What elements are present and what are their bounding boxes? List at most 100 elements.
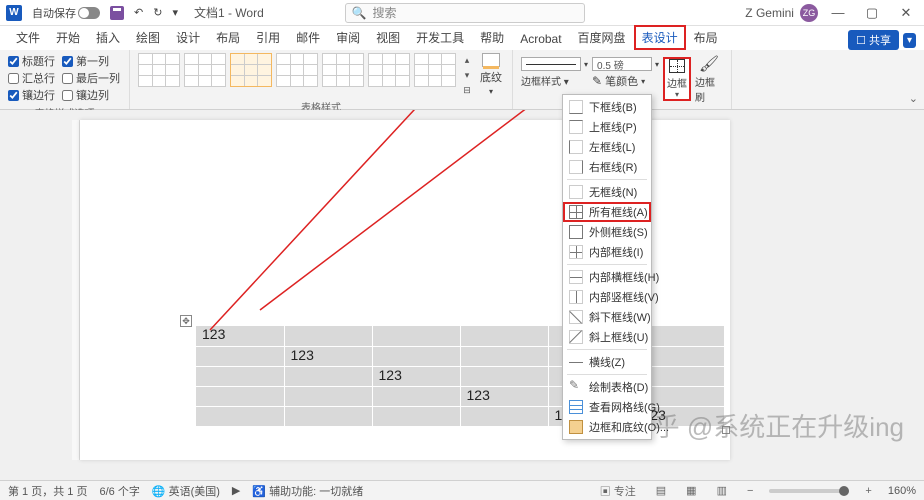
maximize-button[interactable]: ▢: [860, 3, 884, 23]
border-weight-dropdown[interactable]: 0.5 磅▾: [592, 57, 659, 71]
tab-references[interactable]: 引用: [248, 25, 288, 50]
annotation-arrow: [0, 110, 924, 480]
status-accessibility[interactable]: ♿ 辅助功能: 一切就绪: [252, 483, 363, 499]
zoom-slider[interactable]: [769, 489, 849, 493]
document-title: 文档1 - Word: [194, 4, 264, 21]
tab-file[interactable]: 文件: [8, 25, 48, 50]
tab-table-design[interactable]: 表设计: [634, 25, 686, 50]
hline-icon: [569, 355, 583, 369]
view-print[interactable]: ▤: [652, 484, 670, 497]
style-thumb[interactable]: [322, 53, 364, 87]
tab-acrobat[interactable]: Acrobat: [512, 28, 569, 50]
tab-view[interactable]: 视图: [368, 25, 408, 50]
focus-mode[interactable]: ▣ 专注: [596, 483, 640, 499]
borders-dropdown-button[interactable]: 边框 ▾: [663, 57, 691, 101]
border-none-icon: [569, 185, 583, 199]
share-caret[interactable]: ▾: [903, 33, 916, 48]
pen-color-dropdown[interactable]: ✎ 笔颜色 ▾: [592, 73, 659, 89]
style-thumb[interactable]: [414, 53, 456, 87]
chk-banded-cols[interactable]: 镶边列: [62, 87, 121, 103]
border-bottom-icon: [569, 100, 583, 114]
chk-total-row[interactable]: 汇总行: [8, 70, 56, 86]
view-read[interactable]: ▦: [682, 484, 700, 497]
tab-design[interactable]: 设计: [168, 25, 208, 50]
border-outside-icon: [569, 225, 583, 239]
status-macro[interactable]: ▶: [232, 484, 240, 497]
bm-borders-shading[interactable]: 边框和底纹(O)...: [563, 417, 651, 437]
bm-all[interactable]: 所有框线(A): [563, 202, 651, 222]
redo-button[interactable]: ↻: [149, 4, 166, 21]
tab-devtools[interactable]: 开发工具: [408, 25, 472, 50]
chk-first-col[interactable]: 第一列: [62, 53, 121, 69]
tab-insert[interactable]: 插入: [88, 25, 128, 50]
draw-table-icon: [569, 380, 583, 394]
status-words[interactable]: 6/6 个字: [99, 483, 139, 499]
status-page[interactable]: 第 1 页，共 1 页: [8, 483, 87, 499]
bm-inside-v[interactable]: 内部竖框线(V): [563, 287, 651, 307]
save-button[interactable]: [106, 4, 128, 22]
borders-icon: [669, 59, 685, 73]
bm-left[interactable]: 左框线(L): [563, 137, 651, 157]
bm-view-grid[interactable]: 查看网格线(G): [563, 397, 651, 417]
tab-layout[interactable]: 布局: [208, 25, 248, 50]
zoom-out[interactable]: −: [743, 485, 757, 497]
border-inside-h-icon: [569, 270, 583, 284]
tab-home[interactable]: 开始: [48, 25, 88, 50]
autosave-toggle[interactable]: 自动保存: [28, 3, 104, 23]
search-box[interactable]: 🔍 搜索: [345, 3, 585, 23]
border-all-icon: [569, 205, 583, 219]
tab-draw[interactable]: 绘图: [128, 25, 168, 50]
gallery-scroll[interactable]: ▴▾⊟: [460, 53, 474, 97]
bm-draw[interactable]: 绘制表格(D): [563, 377, 651, 397]
ribbon-tabs: 文件 开始 插入 绘图 设计 布局 引用 邮件 审阅 视图 开发工具 帮助 Ac…: [0, 26, 924, 50]
bm-hline[interactable]: 横线(Z): [563, 352, 651, 372]
group-table-style-options: 标题行 第一列 汇总行 最后一列 镶边行 镶边列 表格样式选项: [0, 50, 130, 109]
ribbon: 标题行 第一列 汇总行 最后一列 镶边行 镶边列 表格样式选项 ▴▾⊟ 底纹▾ …: [0, 50, 924, 110]
borders-shading-icon: [569, 420, 583, 434]
style-thumb[interactable]: [368, 53, 410, 87]
status-lang[interactable]: 🌐 英语(美国): [152, 483, 220, 499]
bm-none[interactable]: 无框线(N): [563, 182, 651, 202]
share-button[interactable]: ☐ 共享: [848, 30, 899, 50]
border-painter-button[interactable]: 🖌 边框刷: [695, 57, 723, 101]
view-web[interactable]: ▥: [713, 484, 731, 497]
chk-last-col[interactable]: 最后一列: [62, 70, 121, 86]
close-button[interactable]: ✕: [894, 3, 918, 23]
avatar: ZG: [800, 4, 818, 22]
tab-review[interactable]: 审阅: [328, 25, 368, 50]
border-left-icon: [569, 140, 583, 154]
chk-header-row[interactable]: 标题行: [8, 53, 56, 69]
borders-dropdown-menu: 下框线(B) 上框线(P) 左框线(L) 右框线(R) 无框线(N) 所有框线(…: [562, 94, 652, 440]
account-area[interactable]: Z Gemini ZG: [745, 4, 818, 22]
chk-banded-rows[interactable]: 镶边行: [8, 87, 56, 103]
bm-top[interactable]: 上框线(P): [563, 117, 651, 137]
bm-bottom[interactable]: 下框线(B): [563, 97, 651, 117]
status-bar: 第 1 页，共 1 页 6/6 个字 🌐 英语(美国) ▶ ♿ 辅助功能: 一切…: [0, 480, 924, 500]
style-thumb[interactable]: [184, 53, 226, 87]
undo-button[interactable]: ↶: [130, 4, 147, 21]
style-thumb-selected[interactable]: [230, 53, 272, 87]
ribbon-collapse[interactable]: ⌄: [909, 92, 918, 105]
tab-help[interactable]: 帮助: [472, 25, 512, 50]
bm-right[interactable]: 右框线(R): [563, 157, 651, 177]
bm-outside[interactable]: 外侧框线(S): [563, 222, 651, 242]
title-bar: W 自动保存 ↶ ↻ ▾ 文档1 - Word 🔍 搜索 Z Gemini ZG…: [0, 0, 924, 26]
bm-inside[interactable]: 内部框线(I): [563, 242, 651, 262]
tab-baidu[interactable]: 百度网盘: [570, 25, 634, 50]
tab-mailings[interactable]: 邮件: [288, 25, 328, 50]
shading-icon: [482, 53, 500, 67]
tab-table-layout[interactable]: 布局: [686, 25, 726, 50]
qat-customize[interactable]: ▾: [168, 4, 182, 21]
border-style-dropdown[interactable]: ▾: [521, 57, 588, 71]
bm-diag-down[interactable]: 斜下框线(W): [563, 307, 651, 327]
search-icon: 🔍: [352, 6, 367, 20]
shading-button[interactable]: 底纹▾: [478, 53, 504, 97]
bm-inside-h[interactable]: 内部横框线(H): [563, 267, 651, 287]
style-thumb[interactable]: [276, 53, 318, 87]
border-style-label[interactable]: 边框样式 ▾: [521, 73, 588, 88]
bm-diag-up[interactable]: 斜上框线(U): [563, 327, 651, 347]
minimize-button[interactable]: —: [826, 3, 850, 23]
style-thumb[interactable]: [138, 53, 180, 87]
zoom-level[interactable]: 160%: [888, 485, 916, 497]
zoom-in[interactable]: +: [861, 485, 875, 497]
